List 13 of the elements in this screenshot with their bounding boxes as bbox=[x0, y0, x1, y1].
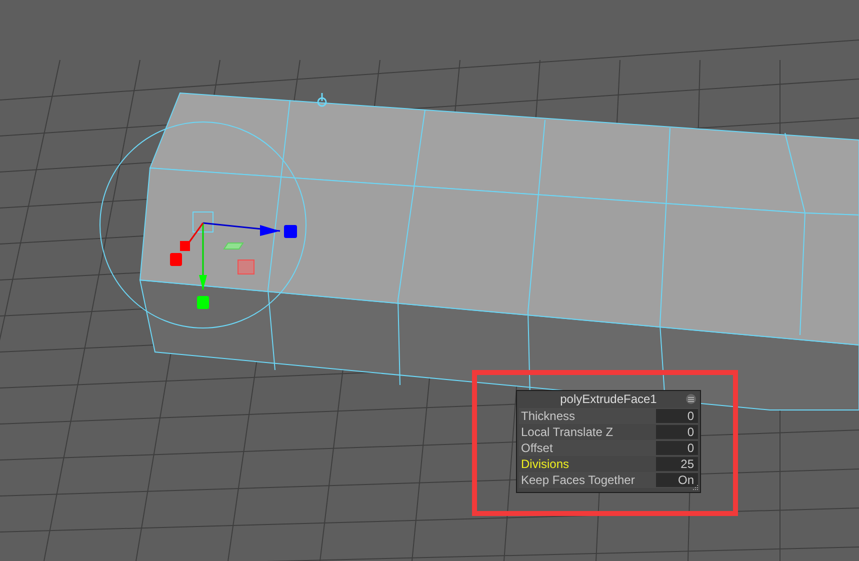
attribute-label[interactable]: Thickness bbox=[519, 408, 656, 424]
menu-icon[interactable] bbox=[686, 394, 696, 404]
attribute-label[interactable]: Keep Faces Together bbox=[519, 472, 656, 488]
value-field[interactable]: 0 bbox=[656, 441, 698, 455]
value-field[interactable]: 25 bbox=[656, 457, 698, 471]
value-field[interactable]: 0 bbox=[656, 409, 698, 423]
value-field[interactable]: 0 bbox=[656, 425, 698, 439]
viewport-drawing[interactable] bbox=[0, 0, 859, 561]
value-field[interactable]: On bbox=[656, 473, 698, 487]
attribute-label[interactable]: Local Translate Z bbox=[519, 424, 656, 440]
attribute-label[interactable]: Offset bbox=[519, 440, 656, 456]
attribute-label[interactable]: Divisions bbox=[519, 456, 656, 472]
panel-title: polyExtrudeFace1 bbox=[560, 391, 657, 408]
